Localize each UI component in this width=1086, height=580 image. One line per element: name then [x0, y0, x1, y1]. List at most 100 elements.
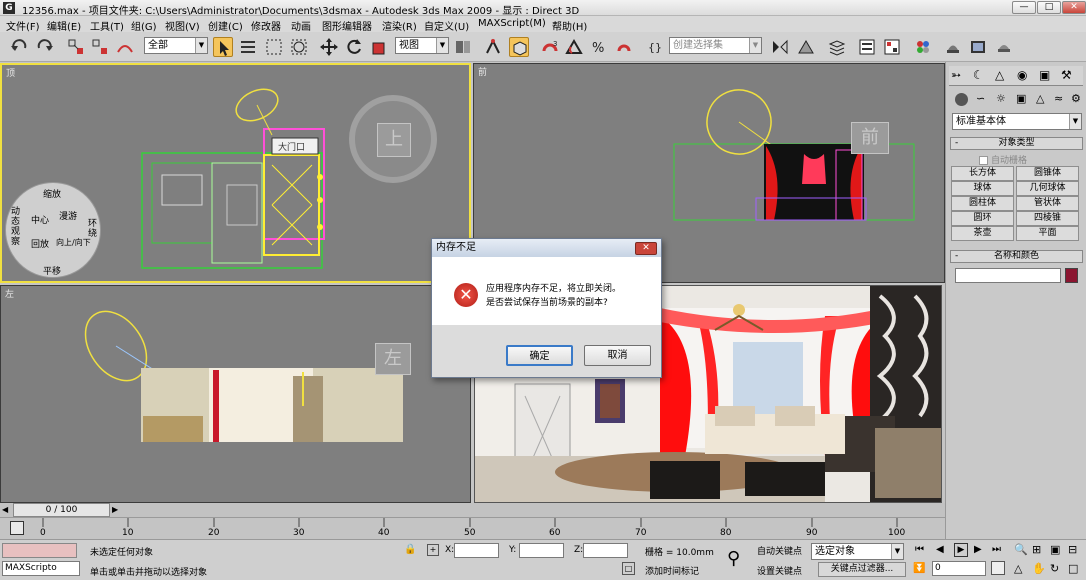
- absolute-mode-icon[interactable]: +: [427, 544, 439, 556]
- time-configuration-icon[interactable]: [991, 561, 1005, 575]
- next-frame-button[interactable]: ▶: [112, 505, 118, 514]
- steering-wheel[interactable]: 缩放 中心 漫游 动态观察 回放 向上/向下 环绕 平移: [5, 182, 101, 278]
- go-to-end-icon[interactable]: ⏭: [992, 544, 1001, 555]
- menu-rendering[interactable]: 渲染(R): [382, 18, 417, 33]
- box-button[interactable]: 长方体: [951, 166, 1014, 181]
- cameras-icon[interactable]: ▣: [1016, 92, 1026, 105]
- quick-render-icon[interactable]: [994, 37, 1014, 57]
- time-slider-track[interactable]: 0 / 100 ◀ ▶: [0, 503, 945, 517]
- shapes-icon[interactable]: ∽: [976, 92, 985, 105]
- prev-frame-button[interactable]: ◀: [2, 505, 8, 514]
- menu-tools[interactable]: 工具(T): [90, 18, 124, 33]
- field-of-view-icon[interactable]: △: [1014, 562, 1022, 575]
- selection-filter-dropdown[interactable]: 全部 ▼: [144, 37, 208, 54]
- hierarchy-tab-icon[interactable]: △: [995, 68, 1013, 84]
- minimize-button[interactable]: —: [1012, 1, 1036, 14]
- window-crossing-icon[interactable]: [289, 37, 309, 57]
- menu-group[interactable]: 组(G): [131, 18, 157, 33]
- orbit-icon[interactable]: ↻: [1050, 562, 1059, 575]
- lights-icon[interactable]: ☼: [996, 92, 1006, 105]
- scale-icon[interactable]: [369, 37, 389, 57]
- layer-manager-icon[interactable]: [827, 37, 847, 57]
- curve-editor-icon[interactable]: [857, 37, 877, 57]
- zoom-extents-all-icon[interactable]: ⊟: [1068, 543, 1077, 556]
- play-icon[interactable]: ▶: [954, 543, 968, 557]
- y-coordinate-field[interactable]: [519, 543, 564, 558]
- wheel-pan[interactable]: 平移: [43, 264, 61, 277]
- timeline-ruler[interactable]: 0 10 20 30 40 50 60 70 80 90 100: [0, 517, 945, 539]
- menu-graph-editors[interactable]: 图形编辑器: [322, 18, 372, 33]
- viewport-left[interactable]: 左 左: [0, 285, 471, 503]
- helpers-icon[interactable]: △: [1036, 92, 1044, 105]
- named-selection-dropdown[interactable]: 创建选择集 ▼: [669, 37, 762, 54]
- wheel-rewind[interactable]: 回放: [31, 237, 49, 250]
- menu-help[interactable]: 帮助(H): [552, 18, 587, 33]
- current-frame-field[interactable]: 0: [932, 561, 986, 576]
- reference-coordinate-dropdown[interactable]: 视图 ▼: [395, 37, 449, 54]
- motion-tab-icon[interactable]: ◉: [1017, 68, 1035, 84]
- snaps-toggle-icon[interactable]: 3: [540, 37, 560, 57]
- zoom-icon[interactable]: 🔍: [1014, 543, 1028, 556]
- category-dropdown[interactable]: 标准基本体 ▼: [952, 113, 1082, 130]
- material-editor-icon[interactable]: [913, 37, 933, 57]
- plane-button[interactable]: 平面: [1016, 226, 1079, 241]
- utilities-tab-icon[interactable]: ⚒: [1061, 68, 1079, 84]
- display-tab-icon[interactable]: ▣: [1039, 68, 1057, 84]
- cylinder-button[interactable]: 圆柱体: [951, 196, 1014, 211]
- viewcube-face-top[interactable]: 上: [377, 123, 411, 157]
- cone-button[interactable]: 圆锥体: [1016, 166, 1079, 181]
- manipulate-icon[interactable]: [483, 37, 503, 57]
- move-icon[interactable]: [319, 37, 339, 57]
- wheel-center[interactable]: 中心: [31, 213, 49, 226]
- bind-space-warp-icon[interactable]: [115, 37, 135, 57]
- z-coordinate-field[interactable]: [583, 543, 628, 558]
- dialog-close-button[interactable]: ✕: [635, 242, 657, 255]
- cancel-button[interactable]: 取消: [584, 345, 651, 366]
- wheel-walk[interactable]: 漫游: [59, 209, 77, 222]
- rendered-frame-window-icon[interactable]: [968, 37, 988, 57]
- set-key-button[interactable]: 设置关键点: [757, 564, 802, 577]
- rectangular-selection-icon[interactable]: [264, 37, 284, 57]
- pyramid-button[interactable]: 四棱锥: [1016, 211, 1079, 226]
- time-slider[interactable]: 0 / 100: [13, 503, 110, 517]
- lock-selection-icon[interactable]: 🔒: [404, 544, 416, 555]
- app-icon[interactable]: G: [3, 2, 15, 14]
- select-link-icon[interactable]: [66, 37, 86, 57]
- spacewarps-icon[interactable]: ≈: [1054, 92, 1063, 105]
- menu-modifiers[interactable]: 修改器: [251, 18, 281, 33]
- pivot-center-icon[interactable]: [453, 37, 473, 57]
- go-to-start-icon[interactable]: ⏮: [915, 544, 924, 555]
- keyboard-shortcut-override-icon[interactable]: [509, 37, 529, 57]
- viewcube-face-left[interactable]: 左: [375, 343, 411, 375]
- wheel-zoom[interactable]: 缩放: [43, 187, 61, 200]
- maximize-viewport-icon[interactable]: □: [1068, 562, 1078, 575]
- unlink-icon[interactable]: [90, 37, 110, 57]
- add-time-tag[interactable]: 添加时间标记: [645, 564, 699, 577]
- menu-customize[interactable]: 自定义(U): [424, 18, 469, 33]
- menu-edit[interactable]: 编辑(E): [47, 18, 81, 33]
- object-type-rollout[interactable]: - 对象类型: [950, 137, 1083, 150]
- undo-icon[interactable]: [10, 37, 30, 57]
- next-frame-icon[interactable]: ▶: [974, 544, 982, 555]
- x-coordinate-field[interactable]: [454, 543, 499, 558]
- auto-key-button[interactable]: 自动关键点: [757, 544, 802, 557]
- modify-tab-icon[interactable]: ☾: [973, 68, 991, 84]
- menu-maxscript[interactable]: MAXScript(M): [478, 18, 546, 29]
- time-tag-icon[interactable]: □: [622, 562, 635, 575]
- edit-named-selection-icon[interactable]: {}: [646, 37, 666, 57]
- previous-frame-icon[interactable]: ◀: [936, 544, 944, 555]
- ok-button[interactable]: 确定: [506, 345, 573, 366]
- menu-animation[interactable]: 动画: [291, 18, 311, 33]
- create-tab-icon[interactable]: ➳: [951, 68, 969, 84]
- spinner-snap-icon[interactable]: [614, 37, 634, 57]
- key-icon[interactable]: ⚲: [727, 548, 740, 569]
- menu-file[interactable]: 文件(F): [6, 18, 40, 33]
- select-object-icon[interactable]: [213, 37, 233, 57]
- torus-button[interactable]: 圆环: [951, 211, 1014, 226]
- mirror-icon[interactable]: [770, 37, 790, 57]
- zoom-extents-icon[interactable]: ▣: [1050, 543, 1060, 556]
- menu-create[interactable]: 创建(C): [208, 18, 243, 33]
- pan-view-icon[interactable]: ✋: [1032, 562, 1046, 575]
- autogrid-checkbox[interactable]: 自动栅格: [979, 153, 1027, 166]
- key-filters-button[interactable]: 关键点过滤器...: [818, 562, 906, 577]
